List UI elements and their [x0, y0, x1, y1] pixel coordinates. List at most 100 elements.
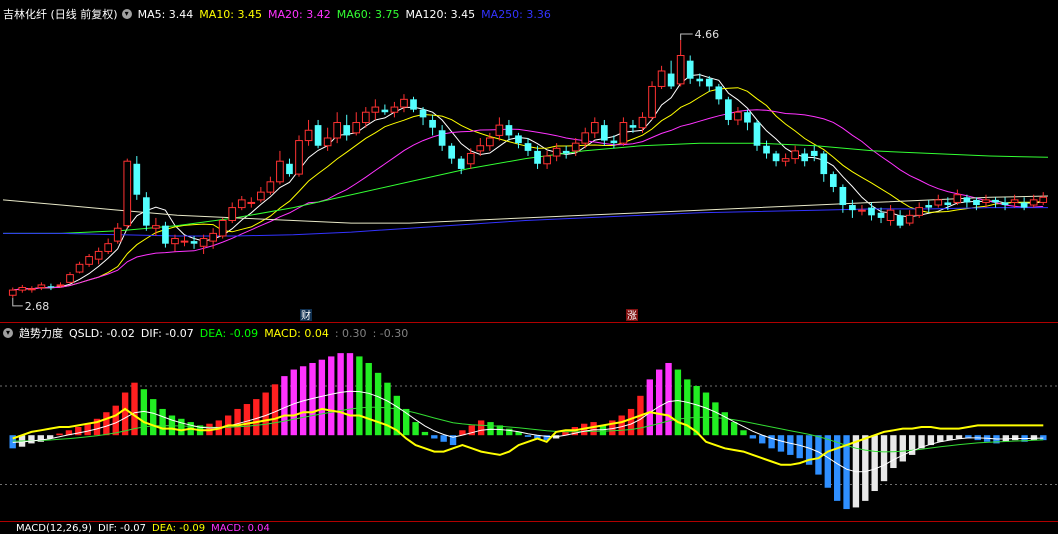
candle-body — [801, 153, 809, 162]
candle-body — [791, 150, 799, 160]
indicator-bar — [796, 435, 803, 459]
candle-body — [744, 112, 751, 123]
indicator-bar — [506, 428, 513, 436]
indicator-readout-4: : 0.30 — [334, 326, 367, 340]
candle-body — [534, 150, 541, 164]
indicator-title[interactable]: 趋势力度 — [19, 325, 63, 341]
indicator-bar — [862, 435, 869, 501]
macd-readout-0: DIF: -0.07 — [97, 522, 146, 534]
candle-body — [257, 191, 265, 201]
candle-body — [323, 137, 332, 147]
candle-body — [1010, 199, 1019, 203]
candle-body — [8, 289, 17, 296]
candle-body — [638, 116, 647, 129]
candle-body — [753, 122, 761, 146]
candle-body — [524, 143, 532, 151]
indicator-bar — [262, 392, 269, 436]
candle-body — [371, 106, 380, 113]
candle-body — [123, 160, 132, 227]
indicator-bar — [75, 427, 82, 436]
candle-body — [648, 85, 656, 118]
stock-chart-canvas[interactable]: 4.66 2.68 财 涨 — [0, 0, 1058, 530]
ma-line-ma5 — [12, 74, 1044, 291]
indicator-bar — [421, 431, 429, 436]
macd-title[interactable]: MACD(12,26,9) — [16, 523, 92, 534]
indicator-bar — [356, 356, 363, 436]
indicator-bar — [178, 418, 185, 436]
panel-separator-top — [0, 322, 1058, 323]
indicator-bar — [487, 422, 494, 436]
candle-body — [515, 135, 522, 144]
candle-body — [992, 199, 999, 203]
indicator-bar — [627, 408, 635, 436]
ma-readout-ma60: MA60: 3.75 — [336, 7, 400, 21]
candle-body — [849, 205, 856, 211]
candle-body — [829, 174, 837, 187]
indicator-bar — [337, 353, 344, 436]
candle-body — [963, 197, 971, 203]
chevron-down-icon[interactable]: ▾ — [121, 9, 132, 19]
indicator-bar — [159, 408, 166, 436]
candle-body — [982, 199, 990, 203]
stock-title[interactable]: 吉林化纤 (日线 前复权) — [3, 6, 118, 22]
candle-body — [438, 130, 446, 146]
candle-body — [1020, 202, 1028, 208]
ma-line-ma10 — [12, 87, 1044, 291]
candle-body — [772, 153, 780, 162]
candle-body — [390, 106, 399, 113]
ma-readout-ma10: MA10: 3.45 — [199, 7, 263, 21]
indicator-bar — [702, 392, 710, 436]
candle-body — [562, 150, 570, 154]
price-panel: 4.66 2.68 财 涨 — [2, 28, 1049, 322]
indicator-bar — [787, 435, 794, 455]
candle-body — [1039, 196, 1048, 203]
indicator-bar — [56, 433, 63, 436]
indicator-bar — [103, 412, 110, 436]
indicator-bar — [112, 405, 119, 436]
candle-body — [600, 125, 608, 141]
indicator-bar — [777, 435, 785, 452]
candle-body — [400, 98, 408, 108]
candle-body — [820, 153, 828, 175]
candle-body — [705, 78, 713, 87]
candle-body — [457, 158, 465, 169]
high-pointer — [680, 33, 693, 41]
candle-body — [247, 201, 256, 204]
candle-body — [381, 109, 389, 113]
indicator-readout-3: MACD: 0.04 — [264, 326, 329, 340]
ma-readout-ma5: MA5: 3.44 — [137, 7, 194, 21]
ma-line-ma20 — [12, 109, 1044, 291]
chevron-down-icon[interactable]: ▾ — [3, 328, 13, 338]
indicator-bar — [880, 435, 888, 482]
indicator-readout-2: DEA: -0.09 — [199, 326, 259, 340]
candle-body — [85, 256, 93, 265]
candle-body — [28, 288, 36, 291]
indicator-readout-5: : -0.30 — [372, 326, 409, 340]
marker-zhang: 涨 — [627, 310, 637, 322]
candle-body — [266, 181, 275, 193]
candle-body — [218, 219, 227, 237]
candle-body — [314, 125, 322, 146]
indicator-bar — [524, 435, 532, 437]
candle-body — [228, 207, 237, 221]
indicator-readouts: QSLD: -0.02 DIF: -0.07 DEA: -0.09 MACD: 0.0… — [69, 327, 414, 340]
ma-readout-ma20: MA20: 3.42 — [268, 7, 331, 21]
indicator-bar — [290, 369, 297, 436]
candle-body — [944, 202, 952, 206]
indicator-bar — [121, 392, 129, 436]
candle-body — [295, 140, 303, 175]
candle-body — [896, 215, 904, 226]
macd-readouts: DIF: -0.07 DEA: -0.09 MACD: 0.04 — [98, 523, 276, 534]
indicator-bar — [1012, 435, 1019, 441]
candle-body — [18, 287, 27, 291]
candle-body — [190, 241, 198, 244]
candle-body — [905, 214, 914, 224]
indicator-bar — [693, 385, 700, 436]
candle-body — [352, 122, 361, 134]
indicator-bar — [412, 422, 419, 436]
indicator-bar — [712, 402, 719, 436]
candle-body — [75, 263, 84, 273]
indicator-bar — [1030, 435, 1038, 441]
candle-body — [237, 199, 246, 209]
marker-cai: 财 — [301, 309, 311, 322]
